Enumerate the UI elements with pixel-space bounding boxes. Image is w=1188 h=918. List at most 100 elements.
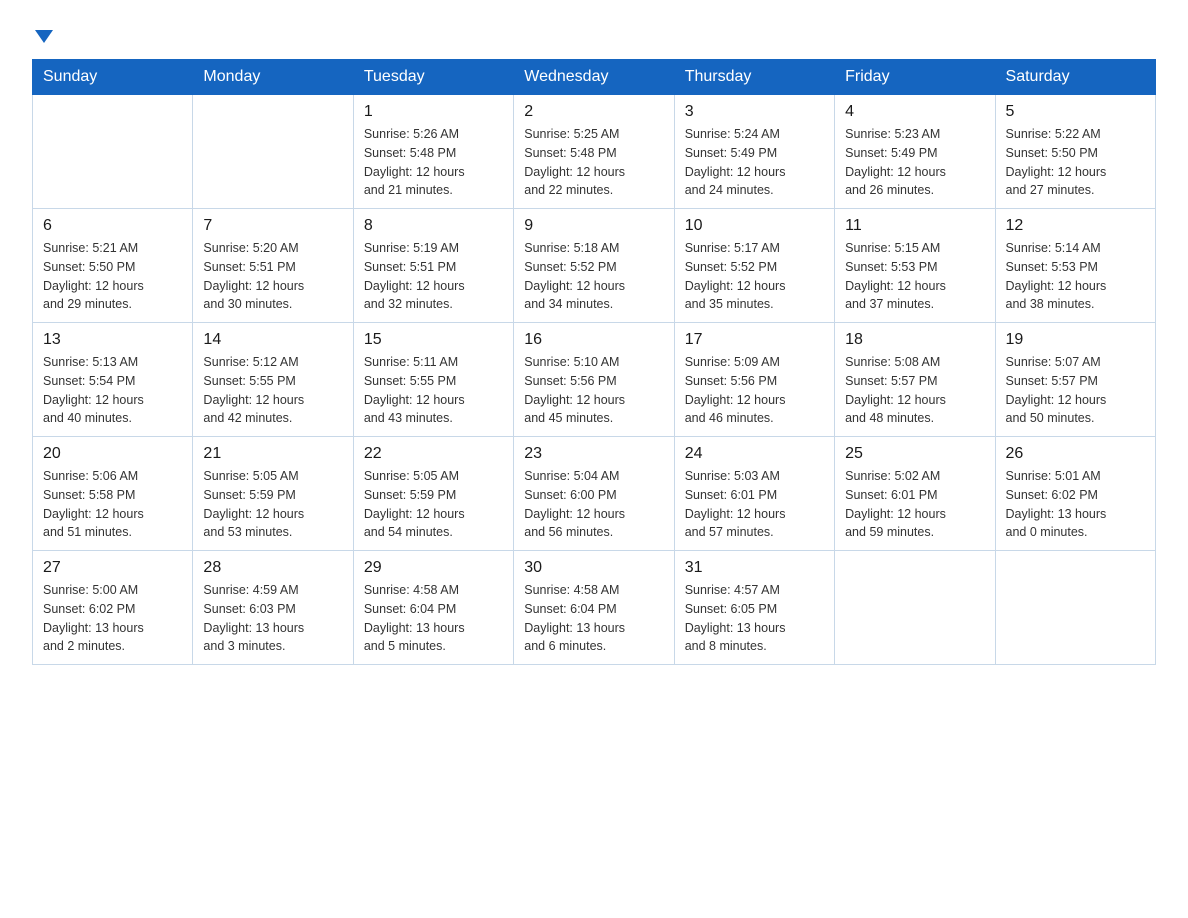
- day-info: Sunrise: 4:57 AM Sunset: 6:05 PM Dayligh…: [685, 581, 824, 656]
- calendar-cell: 14 Sunrise: 5:12 AM Sunset: 5:55 PM Dayli…: [193, 323, 353, 437]
- day-info: Sunrise: 5:01 AM Sunset: 6:02 PM Dayligh…: [1006, 467, 1145, 542]
- calendar-cell: 9 Sunrise: 5:18 AM Sunset: 5:52 PM Daylig…: [514, 209, 674, 323]
- day-info: Sunrise: 4:59 AM Sunset: 6:03 PM Dayligh…: [203, 581, 342, 656]
- day-number: 14: [203, 331, 342, 349]
- day-info: Sunrise: 5:05 AM Sunset: 5:59 PM Dayligh…: [203, 467, 342, 542]
- calendar-cell: 11Sunrise: 5:15 AM Sunset: 5:53 PM Dayli…: [835, 209, 995, 323]
- day-number: 1: [364, 103, 503, 121]
- calendar-cell: 1 Sunrise: 5:26 AM Sunset: 5:48 PM Daylig…: [353, 95, 513, 209]
- day-info: Sunrise: 5:13 AM Sunset: 5:54 PM Dayligh…: [43, 353, 182, 428]
- day-number: 22: [364, 445, 503, 463]
- calendar-cell: 3 Sunrise: 5:24 AM Sunset: 5:49 PM Daylig…: [674, 95, 834, 209]
- day-info: Sunrise: 5:07 AM Sunset: 5:57 PM Dayligh…: [1006, 353, 1145, 428]
- day-info: Sunrise: 5:04 AM Sunset: 6:00 PM Dayligh…: [524, 467, 663, 542]
- calendar-cell: 8 Sunrise: 5:19 AM Sunset: 5:51 PM Daylig…: [353, 209, 513, 323]
- day-number: 13: [43, 331, 182, 349]
- calendar-cell: 23 Sunrise: 5:04 AM Sunset: 6:00 PM Dayli…: [514, 437, 674, 551]
- day-number: 17: [685, 331, 824, 349]
- calendar-cell: [193, 95, 353, 209]
- calendar-cell: 19 Sunrise: 5:07 AM Sunset: 5:57 PM Dayli…: [995, 323, 1155, 437]
- calendar-week-row: 20 Sunrise: 5:06 AM Sunset: 5:58 PM Dayli…: [33, 437, 1156, 551]
- calendar-cell: 26 Sunrise: 5:01 AM Sunset: 6:02 PM Dayli…: [995, 437, 1155, 551]
- weekday-header-tuesday: Tuesday: [353, 60, 513, 95]
- calendar-cell: 16 Sunrise: 5:10 AM Sunset: 5:56 PM Dayli…: [514, 323, 674, 437]
- weekday-header-saturday: Saturday: [995, 60, 1155, 95]
- calendar-cell: 30 Sunrise: 4:58 AM Sunset: 6:04 PM Dayli…: [514, 551, 674, 665]
- day-info: Sunrise: 5:08 AM Sunset: 5:57 PM Dayligh…: [845, 353, 984, 428]
- weekday-header-friday: Friday: [835, 60, 995, 95]
- calendar-cell: 29Sunrise: 4:58 AM Sunset: 6:04 PM Dayli…: [353, 551, 513, 665]
- day-info: Sunrise: 5:14 AM Sunset: 5:53 PM Dayligh…: [1006, 239, 1145, 314]
- day-number: 8: [364, 217, 503, 235]
- day-info: Sunrise: 5:20 AM Sunset: 5:51 PM Dayligh…: [203, 239, 342, 314]
- weekday-header-sunday: Sunday: [33, 60, 193, 95]
- day-info: Sunrise: 5:19 AM Sunset: 5:51 PM Dayligh…: [364, 239, 503, 314]
- calendar-cell: [835, 551, 995, 665]
- day-number: 25: [845, 445, 984, 463]
- calendar-cell: [33, 95, 193, 209]
- day-number: 28: [203, 559, 342, 577]
- weekday-header-monday: Monday: [193, 60, 353, 95]
- logo: [32, 24, 53, 43]
- calendar-cell: 2 Sunrise: 5:25 AM Sunset: 5:48 PM Daylig…: [514, 95, 674, 209]
- day-number: 16: [524, 331, 663, 349]
- day-number: 23: [524, 445, 663, 463]
- day-info: Sunrise: 5:02 AM Sunset: 6:01 PM Dayligh…: [845, 467, 984, 542]
- day-number: 31: [685, 559, 824, 577]
- day-number: 27: [43, 559, 182, 577]
- weekday-header-thursday: Thursday: [674, 60, 834, 95]
- day-info: Sunrise: 5:21 AM Sunset: 5:50 PM Dayligh…: [43, 239, 182, 314]
- day-info: Sunrise: 5:03 AM Sunset: 6:01 PM Dayligh…: [685, 467, 824, 542]
- calendar-cell: 6 Sunrise: 5:21 AM Sunset: 5:50 PM Daylig…: [33, 209, 193, 323]
- day-info: Sunrise: 5:23 AM Sunset: 5:49 PM Dayligh…: [845, 125, 984, 200]
- day-number: 7: [203, 217, 342, 235]
- day-number: 24: [685, 445, 824, 463]
- calendar-cell: 13 Sunrise: 5:13 AM Sunset: 5:54 PM Dayli…: [33, 323, 193, 437]
- calendar-cell: 21 Sunrise: 5:05 AM Sunset: 5:59 PM Dayli…: [193, 437, 353, 551]
- day-number: 3: [685, 103, 824, 121]
- day-info: Sunrise: 5:24 AM Sunset: 5:49 PM Dayligh…: [685, 125, 824, 200]
- day-number: 18: [845, 331, 984, 349]
- logo-triangle-icon: [35, 30, 53, 43]
- calendar-cell: 24 Sunrise: 5:03 AM Sunset: 6:01 PM Dayli…: [674, 437, 834, 551]
- calendar-cell: 17 Sunrise: 5:09 AM Sunset: 5:56 PM Dayli…: [674, 323, 834, 437]
- weekday-header-wednesday: Wednesday: [514, 60, 674, 95]
- day-number: 4: [845, 103, 984, 121]
- day-info: Sunrise: 5:26 AM Sunset: 5:48 PM Dayligh…: [364, 125, 503, 200]
- calendar-cell: 31 Sunrise: 4:57 AM Sunset: 6:05 PM Dayli…: [674, 551, 834, 665]
- day-number: 26: [1006, 445, 1145, 463]
- day-number: 29: [364, 559, 503, 577]
- calendar-cell: 20 Sunrise: 5:06 AM Sunset: 5:58 PM Dayli…: [33, 437, 193, 551]
- day-info: Sunrise: 4:58 AM Sunset: 6:04 PM Dayligh…: [524, 581, 663, 656]
- calendar-week-row: 1 Sunrise: 5:26 AM Sunset: 5:48 PM Daylig…: [33, 95, 1156, 209]
- calendar-cell: 18 Sunrise: 5:08 AM Sunset: 5:57 PM Dayli…: [835, 323, 995, 437]
- day-info: Sunrise: 5:12 AM Sunset: 5:55 PM Dayligh…: [203, 353, 342, 428]
- day-number: 5: [1006, 103, 1145, 121]
- calendar-cell: 4 Sunrise: 5:23 AM Sunset: 5:49 PM Daylig…: [835, 95, 995, 209]
- calendar-cell: 15Sunrise: 5:11 AM Sunset: 5:55 PM Dayli…: [353, 323, 513, 437]
- day-info: Sunrise: 5:10 AM Sunset: 5:56 PM Dayligh…: [524, 353, 663, 428]
- calendar-cell: 28 Sunrise: 4:59 AM Sunset: 6:03 PM Dayli…: [193, 551, 353, 665]
- calendar-cell: 25 Sunrise: 5:02 AM Sunset: 6:01 PM Dayli…: [835, 437, 995, 551]
- day-number: 30: [524, 559, 663, 577]
- day-number: 20: [43, 445, 182, 463]
- calendar-table: SundayMondayTuesdayWednesdayThursdayFrid…: [32, 59, 1156, 665]
- day-info: Sunrise: 5:09 AM Sunset: 5:56 PM Dayligh…: [685, 353, 824, 428]
- calendar-cell: 12 Sunrise: 5:14 AM Sunset: 5:53 PM Dayli…: [995, 209, 1155, 323]
- calendar-cell: 22Sunrise: 5:05 AM Sunset: 5:59 PM Dayli…: [353, 437, 513, 551]
- day-number: 21: [203, 445, 342, 463]
- day-info: Sunrise: 5:22 AM Sunset: 5:50 PM Dayligh…: [1006, 125, 1145, 200]
- day-number: 12: [1006, 217, 1145, 235]
- day-number: 19: [1006, 331, 1145, 349]
- day-number: 2: [524, 103, 663, 121]
- day-number: 6: [43, 217, 182, 235]
- day-number: 9: [524, 217, 663, 235]
- day-number: 10: [685, 217, 824, 235]
- page-header: [32, 24, 1156, 43]
- day-info: Sunrise: 5:17 AM Sunset: 5:52 PM Dayligh…: [685, 239, 824, 314]
- calendar-cell: 5 Sunrise: 5:22 AM Sunset: 5:50 PM Daylig…: [995, 95, 1155, 209]
- calendar-cell: 10 Sunrise: 5:17 AM Sunset: 5:52 PM Dayli…: [674, 209, 834, 323]
- day-info: Sunrise: 5:06 AM Sunset: 5:58 PM Dayligh…: [43, 467, 182, 542]
- day-info: Sunrise: 5:25 AM Sunset: 5:48 PM Dayligh…: [524, 125, 663, 200]
- day-info: Sunrise: 5:18 AM Sunset: 5:52 PM Dayligh…: [524, 239, 663, 314]
